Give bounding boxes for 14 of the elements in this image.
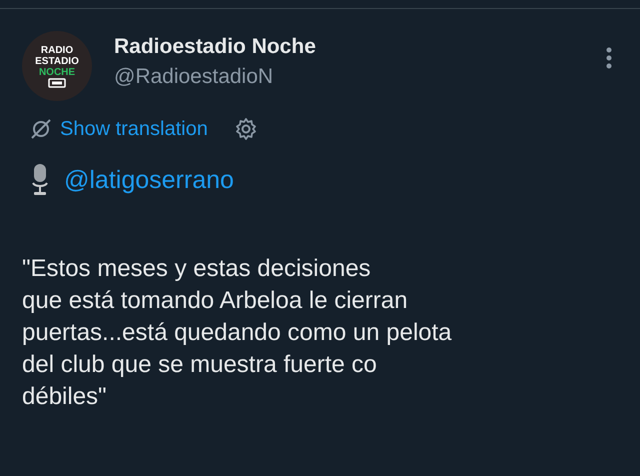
logo-text: ESTADIO	[35, 56, 79, 66]
show-translation-link[interactable]: Show translation	[60, 118, 208, 140]
post-text: "Estos meses y estas decisiones que está tomando Arbeloa le cierran puertas...está quedando como un pelota del club que se muestra fuerte co débiles"	[22, 254, 453, 412]
author-handle[interactable]: @RadioestadioN	[114, 65, 584, 89]
globe-slash-icon	[30, 118, 52, 140]
more-icon[interactable]	[606, 47, 612, 69]
settings-icon[interactable]	[234, 117, 258, 141]
logo-text: RADIO	[40, 44, 74, 56]
author-name[interactable]: Radioestadio Noche	[114, 35, 584, 59]
logo-text: NOCHE	[38, 66, 76, 78]
microphone-icon	[30, 163, 50, 197]
avatar-logo[interactable]: RADIO ESTADIO NOCHE	[22, 31, 92, 101]
radio-icon	[48, 78, 66, 88]
mention-link[interactable]: @latigoserrano	[64, 166, 234, 194]
